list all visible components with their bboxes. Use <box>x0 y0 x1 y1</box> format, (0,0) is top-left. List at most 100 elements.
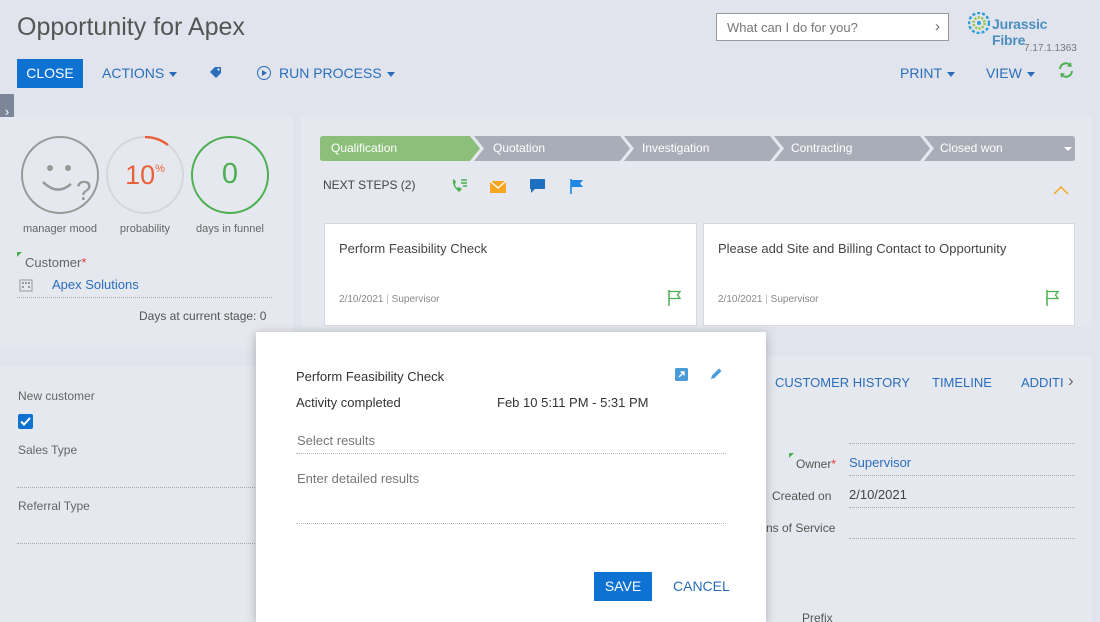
print-menu-button[interactable]: PRINT <box>900 59 955 88</box>
version-label: 7.17.1.1363 <box>1024 43 1077 54</box>
tag-button[interactable] <box>208 59 223 88</box>
days-in-funnel-gauge[interactable]: 0 <box>191 136 269 214</box>
run-process-button[interactable]: RUN PROCESS <box>257 59 395 88</box>
next-steps-label[interactable]: NEXT STEPS (2) <box>323 178 415 192</box>
view-label: VIEW <box>986 65 1022 81</box>
stage-closed-won[interactable]: Closed won <box>940 137 1003 160</box>
next-step-meta: 2/10/2021 | Supervisor <box>718 294 819 305</box>
close-button[interactable]: CLOSE <box>17 59 83 88</box>
chevron-right-icon[interactable]: › <box>1068 371 1074 391</box>
next-step-date: 2/10/2021 <box>339 294 384 305</box>
flag-icon[interactable] <box>570 179 584 194</box>
owner-link[interactable]: Supervisor <box>849 455 911 470</box>
probability-label: probability <box>119 223 171 235</box>
tag-icon <box>210 67 221 78</box>
caret-down-icon <box>386 71 395 77</box>
email-icon[interactable] <box>490 181 506 193</box>
activity-result-dialog: Perform Feasibility Check Activity compl… <box>256 332 766 622</box>
terms-of-service-label: ns of Service <box>766 521 836 535</box>
sales-type-field[interactable] <box>17 487 257 488</box>
customer-link[interactable]: Apex Solutions <box>52 277 139 292</box>
refresh-icon <box>1059 62 1073 78</box>
customer-label: Customer* <box>25 255 87 270</box>
tab-timeline[interactable]: TIMELINE <box>932 375 992 390</box>
divider <box>849 475 1075 476</box>
days-at-stage: Days at current stage: 0 <box>139 309 266 323</box>
next-step-owner: Supervisor <box>391 294 440 305</box>
owner-label-text: Owner <box>796 457 832 471</box>
stage-investigation[interactable]: Investigation <box>642 137 709 160</box>
command-search-input[interactable]: What can I do for you? › <box>716 13 949 41</box>
next-step-date: 2/10/2021 <box>718 294 763 305</box>
activity-status: Activity completed <box>296 395 401 410</box>
days-at-stage-label: Days at current stage: <box>139 309 257 323</box>
page-title: Opportunity for Apex <box>17 13 245 41</box>
tab-customer-history[interactable]: CUSTOMER HISTORY <box>775 375 910 390</box>
required-marker-icon <box>17 252 22 257</box>
next-step-card[interactable]: Please add Site and Billing Contact to O… <box>703 223 1075 326</box>
divider <box>17 297 272 298</box>
results-select[interactable]: Select results <box>297 433 375 448</box>
caret-down-icon <box>169 71 178 77</box>
svg-text:?: ? <box>76 175 92 206</box>
probability-readout: 10% <box>108 160 182 191</box>
phone-call-icon[interactable] <box>451 178 468 194</box>
manager-mood-gauge[interactable]: ? <box>21 136 99 214</box>
actions-label: ACTIONS <box>102 65 165 81</box>
actions-menu-button[interactable]: ACTIONS <box>102 59 178 88</box>
cancel-button[interactable]: CANCEL <box>673 578 730 594</box>
created-on-value: 2/10/2021 <box>849 487 907 502</box>
stage-quotation[interactable]: Quotation <box>493 137 545 160</box>
new-customer-label: New customer <box>18 389 95 403</box>
detailed-results-underline <box>296 523 726 524</box>
chevron-up-icon[interactable] <box>1053 185 1069 195</box>
days-in-funnel-label: days in funnel <box>196 223 264 235</box>
results-select-underline <box>296 453 726 454</box>
save-button[interactable]: SAVE <box>594 572 652 601</box>
days-in-funnel-value: 0 <box>221 158 239 190</box>
probability-gauge[interactable]: 10% <box>106 136 184 214</box>
chat-icon[interactable] <box>530 179 545 194</box>
details-panel <box>0 366 293 622</box>
referral-type-field[interactable] <box>17 543 257 544</box>
terms-of-service-field[interactable] <box>849 538 1075 539</box>
stage-qualification[interactable]: Qualification <box>331 137 397 160</box>
next-step-card[interactable]: Perform Feasibility Check 2/10/2021 | Su… <box>324 223 697 326</box>
run-process-label: RUN PROCESS <box>279 65 382 81</box>
created-on-label: Created on <box>772 489 832 503</box>
prefix-label: Prefix <box>802 611 833 622</box>
new-customer-checkbox[interactable] <box>18 414 33 429</box>
next-step-owner: Supervisor <box>770 294 819 305</box>
probability-unit: % <box>155 163 165 175</box>
tab-additional[interactable]: ADDITI <box>1021 375 1064 390</box>
stage-contracting[interactable]: Contracting <box>791 137 852 160</box>
flag-outline-icon[interactable] <box>1046 290 1060 306</box>
open-link-icon[interactable] <box>675 368 688 381</box>
manager-mood-label: manager mood <box>23 223 97 235</box>
divider <box>849 507 1075 508</box>
flag-outline-icon[interactable] <box>668 290 682 306</box>
activity-time: Feb 10 5:11 PM - 5:31 PM <box>497 395 649 410</box>
required-marker-icon <box>789 453 794 458</box>
building-icon <box>19 279 33 292</box>
face-question-icon: ? <box>42 165 92 206</box>
probability-value: 10 <box>125 160 156 190</box>
next-step-title: Perform Feasibility Check <box>339 241 488 256</box>
customer-label-text: Customer <box>25 255 82 270</box>
caret-down-icon <box>1026 71 1035 77</box>
checkmark-icon <box>20 417 31 426</box>
search-placeholder: What can I do for you? <box>727 20 858 35</box>
refresh-button[interactable] <box>1056 60 1076 89</box>
next-step-title: Please add Site and Billing Contact to O… <box>718 241 1007 256</box>
sales-type-label: Sales Type <box>18 443 78 457</box>
next-step-meta: 2/10/2021 | Supervisor <box>339 294 440 305</box>
view-menu-button[interactable]: VIEW <box>986 59 1035 88</box>
detailed-results-input[interactable]: Enter detailed results <box>297 471 419 486</box>
referral-type-label: Referral Type <box>18 499 90 513</box>
swirl-logo-icon <box>968 12 990 34</box>
page-header: Opportunity for Apex What can I do for y… <box>0 0 1100 108</box>
edit-pencil-icon[interactable] <box>709 367 723 381</box>
chevron-right-icon[interactable]: › <box>935 18 940 35</box>
brand-logo: Jurassic Fibre <box>968 10 1083 48</box>
owner-label: Owner* <box>796 457 837 471</box>
